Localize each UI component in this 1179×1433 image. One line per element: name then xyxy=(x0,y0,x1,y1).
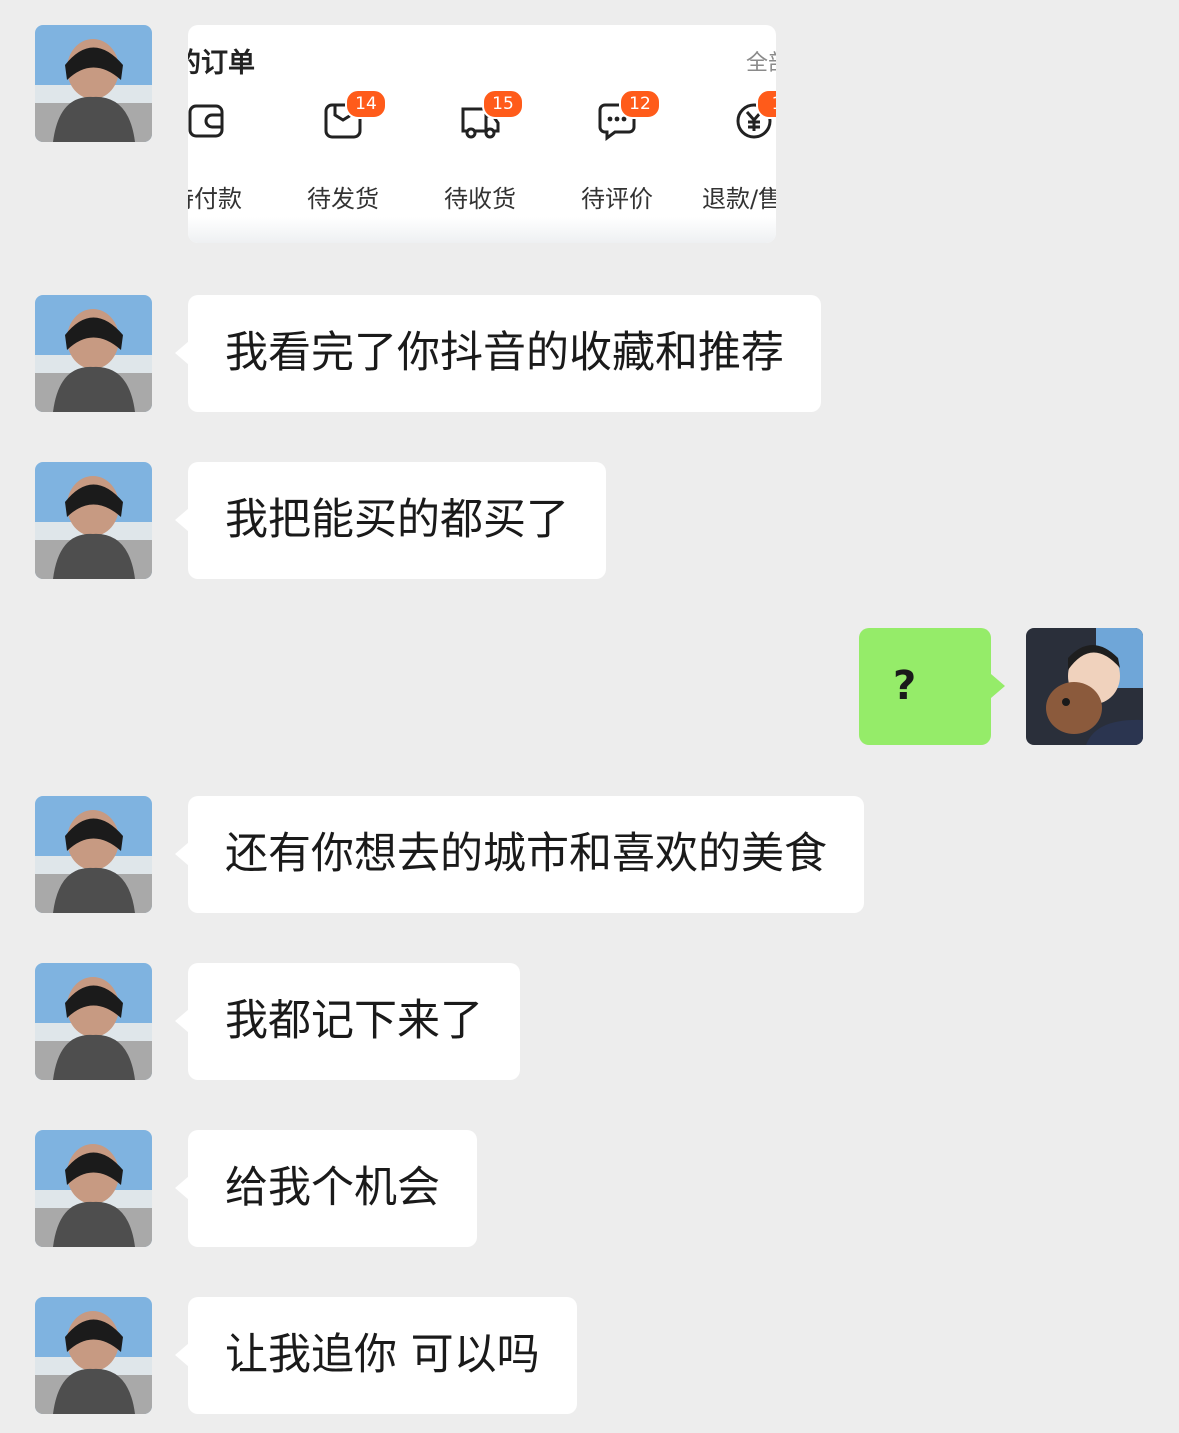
order-count-badge: 12 xyxy=(619,89,661,119)
sender-avatar[interactable] xyxy=(35,25,152,142)
own-avatar[interactable] xyxy=(1026,628,1143,745)
sender-avatar[interactable] xyxy=(35,1297,152,1414)
order-item-label: 退款/售后 xyxy=(701,185,776,213)
order-to-review[interactable]: 12 待评价 xyxy=(557,89,677,215)
order-count-badge: 14 xyxy=(345,89,387,119)
view-all-orders-link[interactable]: 全部 xyxy=(746,45,776,77)
order-card[interactable]: 的订单 全部 待付款 14 待发货 15 待收货 12 待评价 1 退款/售后 xyxy=(188,25,776,243)
order-item-label: 待发货 xyxy=(307,185,379,213)
message-bubble[interactable]: 我看完了你抖音的收藏和推荐 xyxy=(175,295,821,412)
sender-avatar[interactable] xyxy=(35,1130,152,1247)
order-count-badge: 15 xyxy=(482,89,524,119)
order-count-badge: 1 xyxy=(756,89,776,119)
sender-avatar[interactable] xyxy=(35,462,152,579)
message-bubble[interactable]: 让我追你 可以吗 xyxy=(175,1297,577,1414)
order-refund[interactable]: 1 退款/售后 xyxy=(694,89,776,215)
sender-avatar[interactable] xyxy=(35,963,152,1080)
order-to-ship[interactable]: 14 待发货 xyxy=(283,89,403,215)
order-card-title: 的订单 xyxy=(188,48,255,79)
order-item-label: 待评价 xyxy=(581,185,653,213)
message-bubble[interactable]: 我把能买的都买了 xyxy=(175,462,606,579)
message-bubble[interactable]: 给我个机会 xyxy=(175,1130,477,1247)
order-item-label: 待收货 xyxy=(444,185,516,213)
sender-avatar[interactable] xyxy=(35,295,152,412)
own-message-bubble[interactable]: ? xyxy=(859,628,1005,745)
card-bottom-shade xyxy=(188,217,776,243)
order-item-label: 待付款 xyxy=(188,185,242,213)
sender-avatar[interactable] xyxy=(35,796,152,913)
order-pending-payment[interactable]: 待付款 xyxy=(188,95,266,215)
order-to-receive[interactable]: 15 待收货 xyxy=(420,89,540,215)
message-bubble[interactable]: 我都记下来了 xyxy=(175,963,520,1080)
message-bubble[interactable]: 还有你想去的城市和喜欢的美食 xyxy=(175,796,864,913)
wallet-icon xyxy=(188,101,226,141)
